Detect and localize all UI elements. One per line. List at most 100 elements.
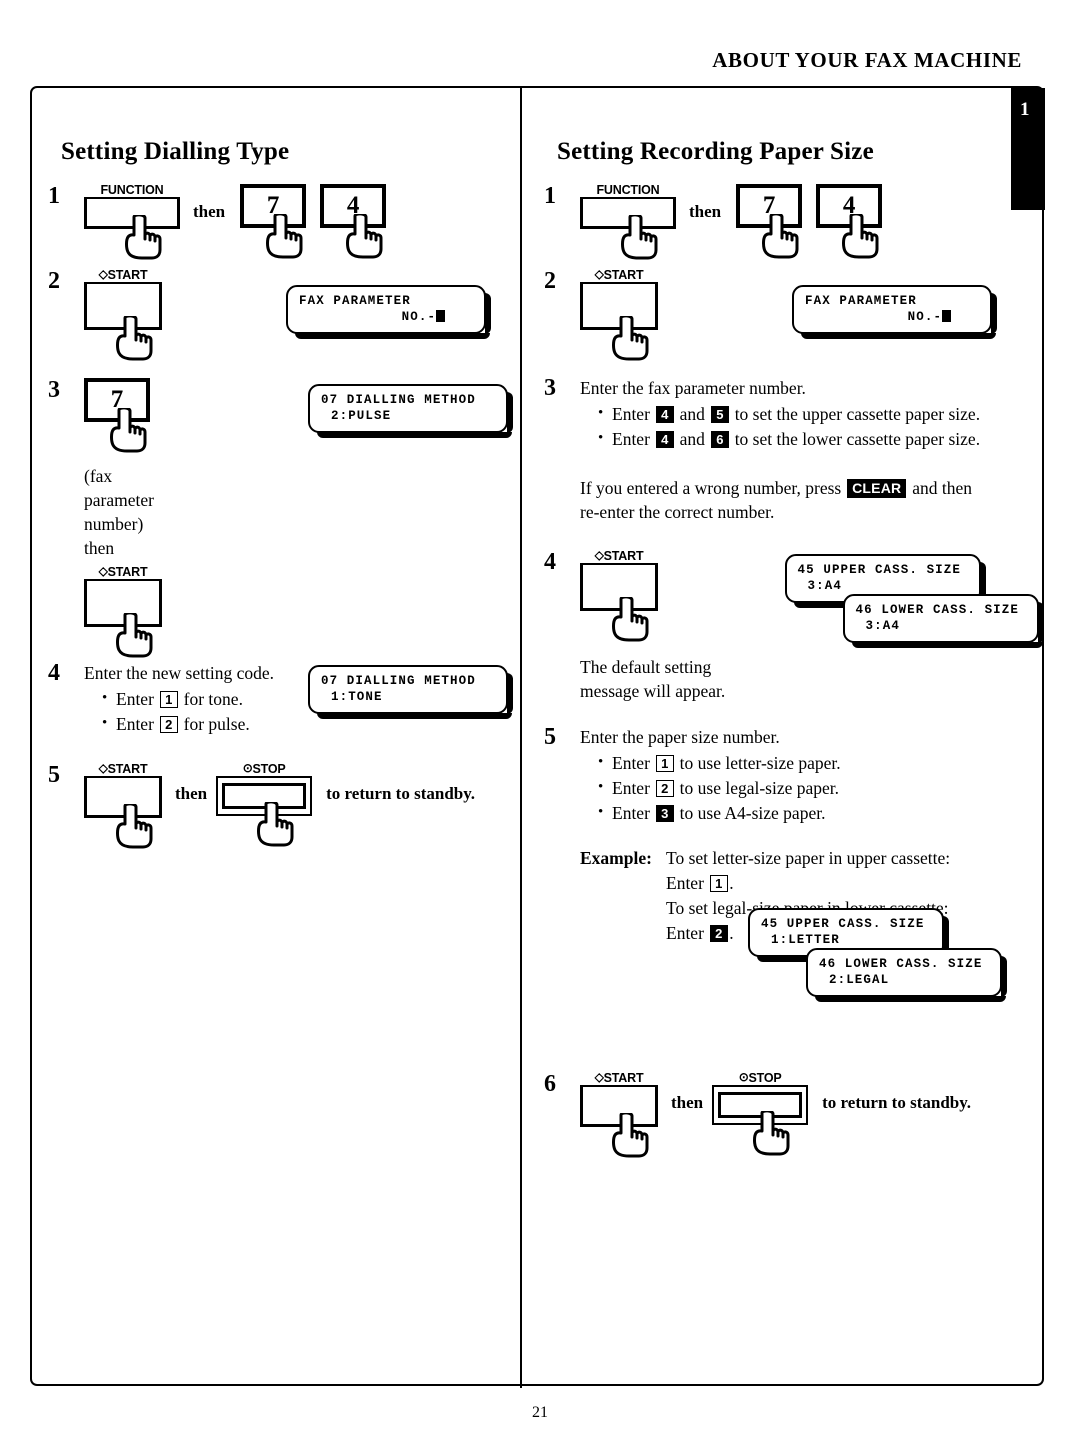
function-key[interactable]: FUNCTION (580, 184, 676, 260)
right-step-2: 2 ◇START FAX PARAMETER NO.- (544, 267, 1030, 361)
inline-key-4[interactable]: 4 (655, 431, 674, 448)
inline-key-1[interactable]: 1 (159, 691, 178, 708)
start-key[interactable]: ◇START (580, 267, 658, 361)
lcd-line-2: 3:A4 (865, 619, 900, 633)
then-label-1: then (689, 201, 722, 221)
standby-note: to return to standby. (822, 1092, 972, 1112)
start-key-label: ◇START (580, 1070, 658, 1087)
step-number: 6 (544, 1071, 556, 1097)
then-label-2: then (671, 1092, 704, 1112)
lcd-line-2: 2:PULSE (331, 409, 392, 423)
start-key[interactable]: ◇START (84, 762, 162, 849)
standby-note: to return to standby. (326, 783, 476, 803)
function-key[interactable]: FUNCTION (84, 184, 180, 260)
numeric-key-7[interactable]: 7 (84, 378, 150, 453)
lcd-line-2: 1:LETTER (771, 933, 840, 947)
lcd-display: FAX PARAMETER NO.- (286, 285, 491, 339)
right-step-6: 6 ◇START then ⊙STOP to return to standby… (544, 1070, 1030, 1158)
stop-key[interactable]: ⊙STOP (216, 761, 313, 847)
page-number: 21 (532, 1404, 548, 1421)
lcd-display: 07 DIALLING METHOD 1:TONE (308, 665, 513, 719)
inline-key-3[interactable]: 3 (655, 805, 674, 822)
lcd-pair-default: 45 UPPER CASS. SIZE 3:A4 46 LOWER CASS. … (784, 554, 1044, 652)
right-step-4: 4 ◇START The default setting message wil… (544, 549, 1044, 703)
start-key-label: ◇START (84, 762, 162, 778)
left-step-5: 5 ◇START then ⊙STOP to return to standby… (48, 761, 508, 849)
numeric-key-7-label: 7 (240, 184, 307, 228)
list-item: Enter 4 and 5 to set the upper cassette … (598, 401, 1030, 427)
function-key-label: FUNCTION (84, 184, 180, 199)
clear-key[interactable]: CLEAR (847, 479, 907, 498)
inline-key-6[interactable]: 6 (710, 431, 729, 448)
step-number: 5 (48, 762, 60, 788)
numeric-key-7[interactable]: 7 (240, 184, 307, 259)
start-diamond-icon: ◇ (98, 267, 108, 281)
left-section-title: Setting Dialling Type (61, 138, 290, 165)
start-key-label: ◇START (84, 564, 162, 581)
step4-bullet-list: Enter 1 for tone. Enter 2 for pulse. (84, 686, 298, 737)
lcd-cursor (942, 310, 951, 322)
start-key-label: ◇START (580, 267, 658, 284)
stop-key[interactable]: ⊙STOP (712, 1070, 809, 1156)
lcd-line-1: 46 LOWER CASS. SIZE (855, 603, 1019, 617)
start-diamond-icon: ◇ (594, 1070, 604, 1084)
list-item: Enter 4 and 6 to set the lower cassette … (598, 426, 1030, 452)
start-key-label: ◇START (84, 267, 162, 284)
left-step-2: 2 ◇START FAX PARAMETER NO.- (48, 267, 508, 361)
inline-key-2[interactable]: 2 (655, 780, 674, 797)
inline-key-2[interactable]: 2 (159, 716, 178, 733)
then-label-2: then (175, 783, 208, 803)
lcd-line-1: 46 LOWER CASS. SIZE (819, 957, 983, 971)
numeric-key-7-label: 7 (84, 378, 150, 422)
example-line-1: To set letter-size paper in upper casset… (666, 848, 951, 868)
step-number: 2 (48, 268, 60, 294)
right-step-3: 3 Enter the fax parameter number. Enter … (544, 376, 1030, 524)
start-key[interactable]: ◇START (84, 267, 162, 361)
inline-key-4[interactable]: 4 (655, 406, 674, 423)
example-line-2: Enter 1. (666, 873, 734, 893)
inline-key-1[interactable]: 1 (655, 755, 674, 772)
stop-key-label: ⊙STOP (216, 761, 313, 778)
numeric-key-7[interactable]: 7 (736, 184, 803, 259)
inline-key-2[interactable]: 2 (709, 925, 728, 942)
lcd-line-2: NO.- (805, 309, 981, 325)
lcd-line-2: 3:A4 (807, 579, 842, 593)
list-item: Enter 1 for tone. (102, 686, 298, 712)
lcd-line-2: NO.- (299, 309, 475, 325)
start-diamond-icon: ◇ (594, 267, 604, 281)
step-number: 1 (544, 183, 556, 209)
example-block: Example: To set letter-size paper in upp… (580, 846, 1030, 1054)
numeric-key-4-label: 4 (816, 184, 883, 228)
lcd-line-1: FAX PARAMETER (299, 294, 411, 308)
lcd-pair-example: 45 UPPER CASS. SIZE 1:LETTER 46 LOWER CA… (748, 908, 1008, 1008)
start-key[interactable]: ◇START (580, 549, 658, 642)
lcd-line-1: 45 UPPER CASS. SIZE (761, 917, 925, 931)
step4-intro: Enter the new setting code. (84, 663, 275, 683)
inline-key-1[interactable]: 1 (709, 875, 728, 892)
lcd-display-lower: 46 LOWER CASS. SIZE 3:A4 (842, 594, 1044, 648)
start-key-label: ◇START (580, 549, 658, 565)
stop-circle-icon: ⊙ (738, 1070, 749, 1084)
step5-bullet-list: Enter 1 to use letter-size paper. Enter … (580, 750, 1030, 826)
lcd-display: 07 DIALLING METHOD 2:PULSE (308, 384, 513, 438)
right-column: Setting Recording Paper Size 1 FUNCTION … (524, 86, 1044, 1158)
step-number: 2 (544, 268, 556, 294)
example-label: Example: (580, 848, 652, 868)
numeric-key-4[interactable]: 4 (320, 184, 387, 259)
start-diamond-icon: ◇ (98, 564, 108, 578)
fax-parameter-note: (fax parameter number) then (84, 466, 154, 558)
numeric-key-4[interactable]: 4 (816, 184, 883, 259)
left-step-1: 1 FUNCTION then 7 4 (48, 184, 508, 260)
list-item: Enter 2 for pulse. (102, 711, 298, 737)
step-number: 4 (544, 549, 556, 575)
lcd-cursor (436, 310, 445, 322)
then-label-1: then (193, 201, 226, 221)
inline-key-5[interactable]: 5 (710, 406, 729, 423)
start-key[interactable]: ◇START (580, 1070, 658, 1158)
list-item: Enter 3 to use A4-size paper. (598, 800, 1030, 826)
lcd-line-1: 07 DIALLING METHOD (321, 674, 476, 688)
lcd-display: FAX PARAMETER NO.- (792, 285, 997, 339)
step-number: 5 (544, 724, 556, 750)
start-key[interactable]: ◇START (84, 564, 162, 658)
stop-circle-icon: ⊙ (242, 761, 253, 775)
